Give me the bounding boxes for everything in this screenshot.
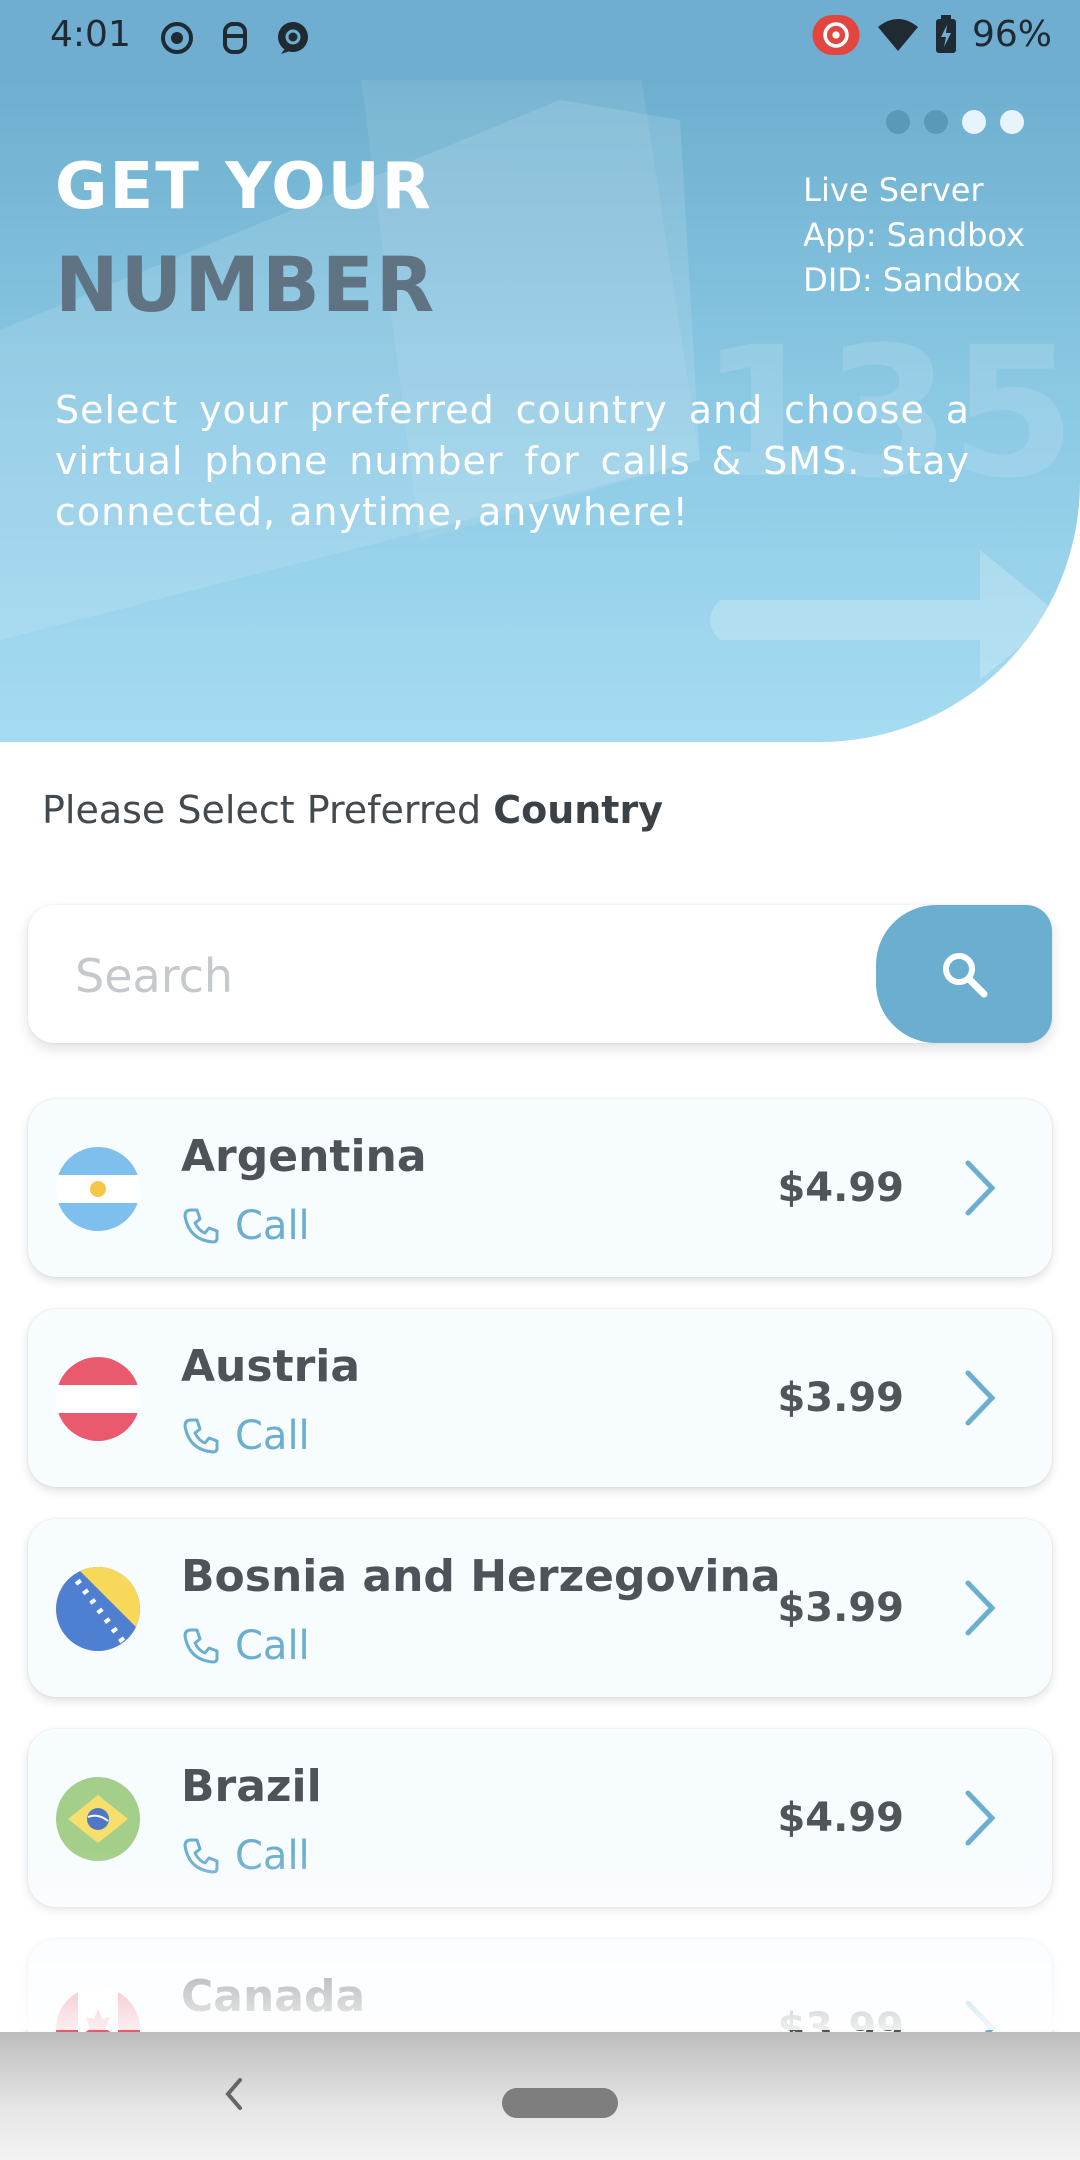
phone-icon xyxy=(181,1626,221,1666)
call-label: Call xyxy=(235,1833,310,1879)
call-label: Call xyxy=(235,1203,310,1249)
call-type: Call xyxy=(181,1623,310,1669)
price: $3.99 xyxy=(777,1375,904,1421)
wifi-icon xyxy=(877,18,918,51)
country-item-bosnia-and-herzegovina[interactable]: Bosnia and Herzegovina Call $3.99 xyxy=(28,1519,1052,1697)
phone-icon xyxy=(181,1206,221,1246)
battery-percentage: 96% xyxy=(971,14,1052,55)
back-button[interactable] xyxy=(222,2074,246,2118)
phone-icon xyxy=(181,1836,221,1876)
assistant-icon xyxy=(223,22,247,54)
hero-header: 135 GET YOUR NUMBER Live Server App: San… xyxy=(0,80,1080,742)
server-line: App: Sandbox xyxy=(803,216,1025,254)
select-country-prompt: Please Select Preferred Country xyxy=(42,788,663,832)
chevron-right-icon xyxy=(960,1157,1000,1219)
brazil-flag-icon xyxy=(56,1777,140,1861)
record-icon xyxy=(161,22,193,54)
prompt-text: Please Select Preferred xyxy=(42,788,494,832)
country-name: Brazil xyxy=(181,1761,322,1812)
country-name: Argentina xyxy=(181,1131,427,1182)
search-icon xyxy=(943,953,988,998)
country-item-austria[interactable]: Austria Call $3.99 xyxy=(28,1309,1052,1487)
hero-title-line2: NUMBER xyxy=(55,240,437,329)
pager-dot[interactable] xyxy=(924,110,948,134)
pager-dot[interactable] xyxy=(962,110,986,134)
price: $4.99 xyxy=(777,1165,904,1211)
home-pill-button[interactable] xyxy=(502,2088,618,2118)
chat-icon xyxy=(278,22,308,54)
pager-dot[interactable] xyxy=(886,110,910,134)
back-chevron-icon xyxy=(225,2078,242,2110)
battery-icon xyxy=(935,14,956,53)
server-line: Live Server xyxy=(803,171,984,209)
country-list: Argentina Call $4.99 Austria Call $3.99 … xyxy=(28,1099,1052,2149)
country-name: Austria xyxy=(181,1341,361,1392)
chevron-right-icon xyxy=(960,1367,1000,1429)
search-bar xyxy=(28,905,1052,1043)
call-label: Call xyxy=(235,1413,310,1459)
call-type: Call xyxy=(181,1203,310,1249)
status-system-icons: 96% xyxy=(810,14,1052,55)
chevron-right-icon xyxy=(960,1577,1000,1639)
pager-dots xyxy=(886,110,1024,134)
price: $4.99 xyxy=(777,1795,904,1841)
status-notification-icons xyxy=(157,18,313,58)
status-bar: 4:01 96% xyxy=(0,0,1080,80)
call-label: Call xyxy=(235,1623,310,1669)
search-button[interactable] xyxy=(876,905,1052,1043)
call-type: Call xyxy=(181,1413,310,1459)
country-item-brazil[interactable]: Brazil Call $4.99 xyxy=(28,1729,1052,1907)
chevron-right-icon xyxy=(960,1787,1000,1849)
country-name: Bosnia and Herzegovina xyxy=(181,1551,781,1602)
server-info: Live Server App: Sandbox DID: Sandbox xyxy=(803,168,1025,303)
argentina-flag-icon xyxy=(56,1147,140,1231)
system-navigation-bar xyxy=(0,2032,1080,2160)
austria-flag-icon xyxy=(56,1357,140,1441)
price: $3.99 xyxy=(777,1585,904,1631)
hero-description: Select your preferred country and choose… xyxy=(55,388,970,534)
pager-dot[interactable] xyxy=(1000,110,1024,134)
screen-record-icon xyxy=(812,14,860,55)
call-type: Call xyxy=(181,1833,310,1879)
status-time: 4:01 xyxy=(50,14,131,55)
hero-title-line1: GET YOUR xyxy=(55,150,433,224)
bosnia-flag-icon xyxy=(56,1567,140,1651)
country-item-argentina[interactable]: Argentina Call $4.99 xyxy=(28,1099,1052,1277)
country-name: Canada xyxy=(181,1971,366,2022)
server-line: DID: Sandbox xyxy=(803,261,1022,299)
phone-icon xyxy=(181,1416,221,1456)
prompt-bold: Country xyxy=(493,788,663,832)
search-input[interactable] xyxy=(73,935,857,1017)
